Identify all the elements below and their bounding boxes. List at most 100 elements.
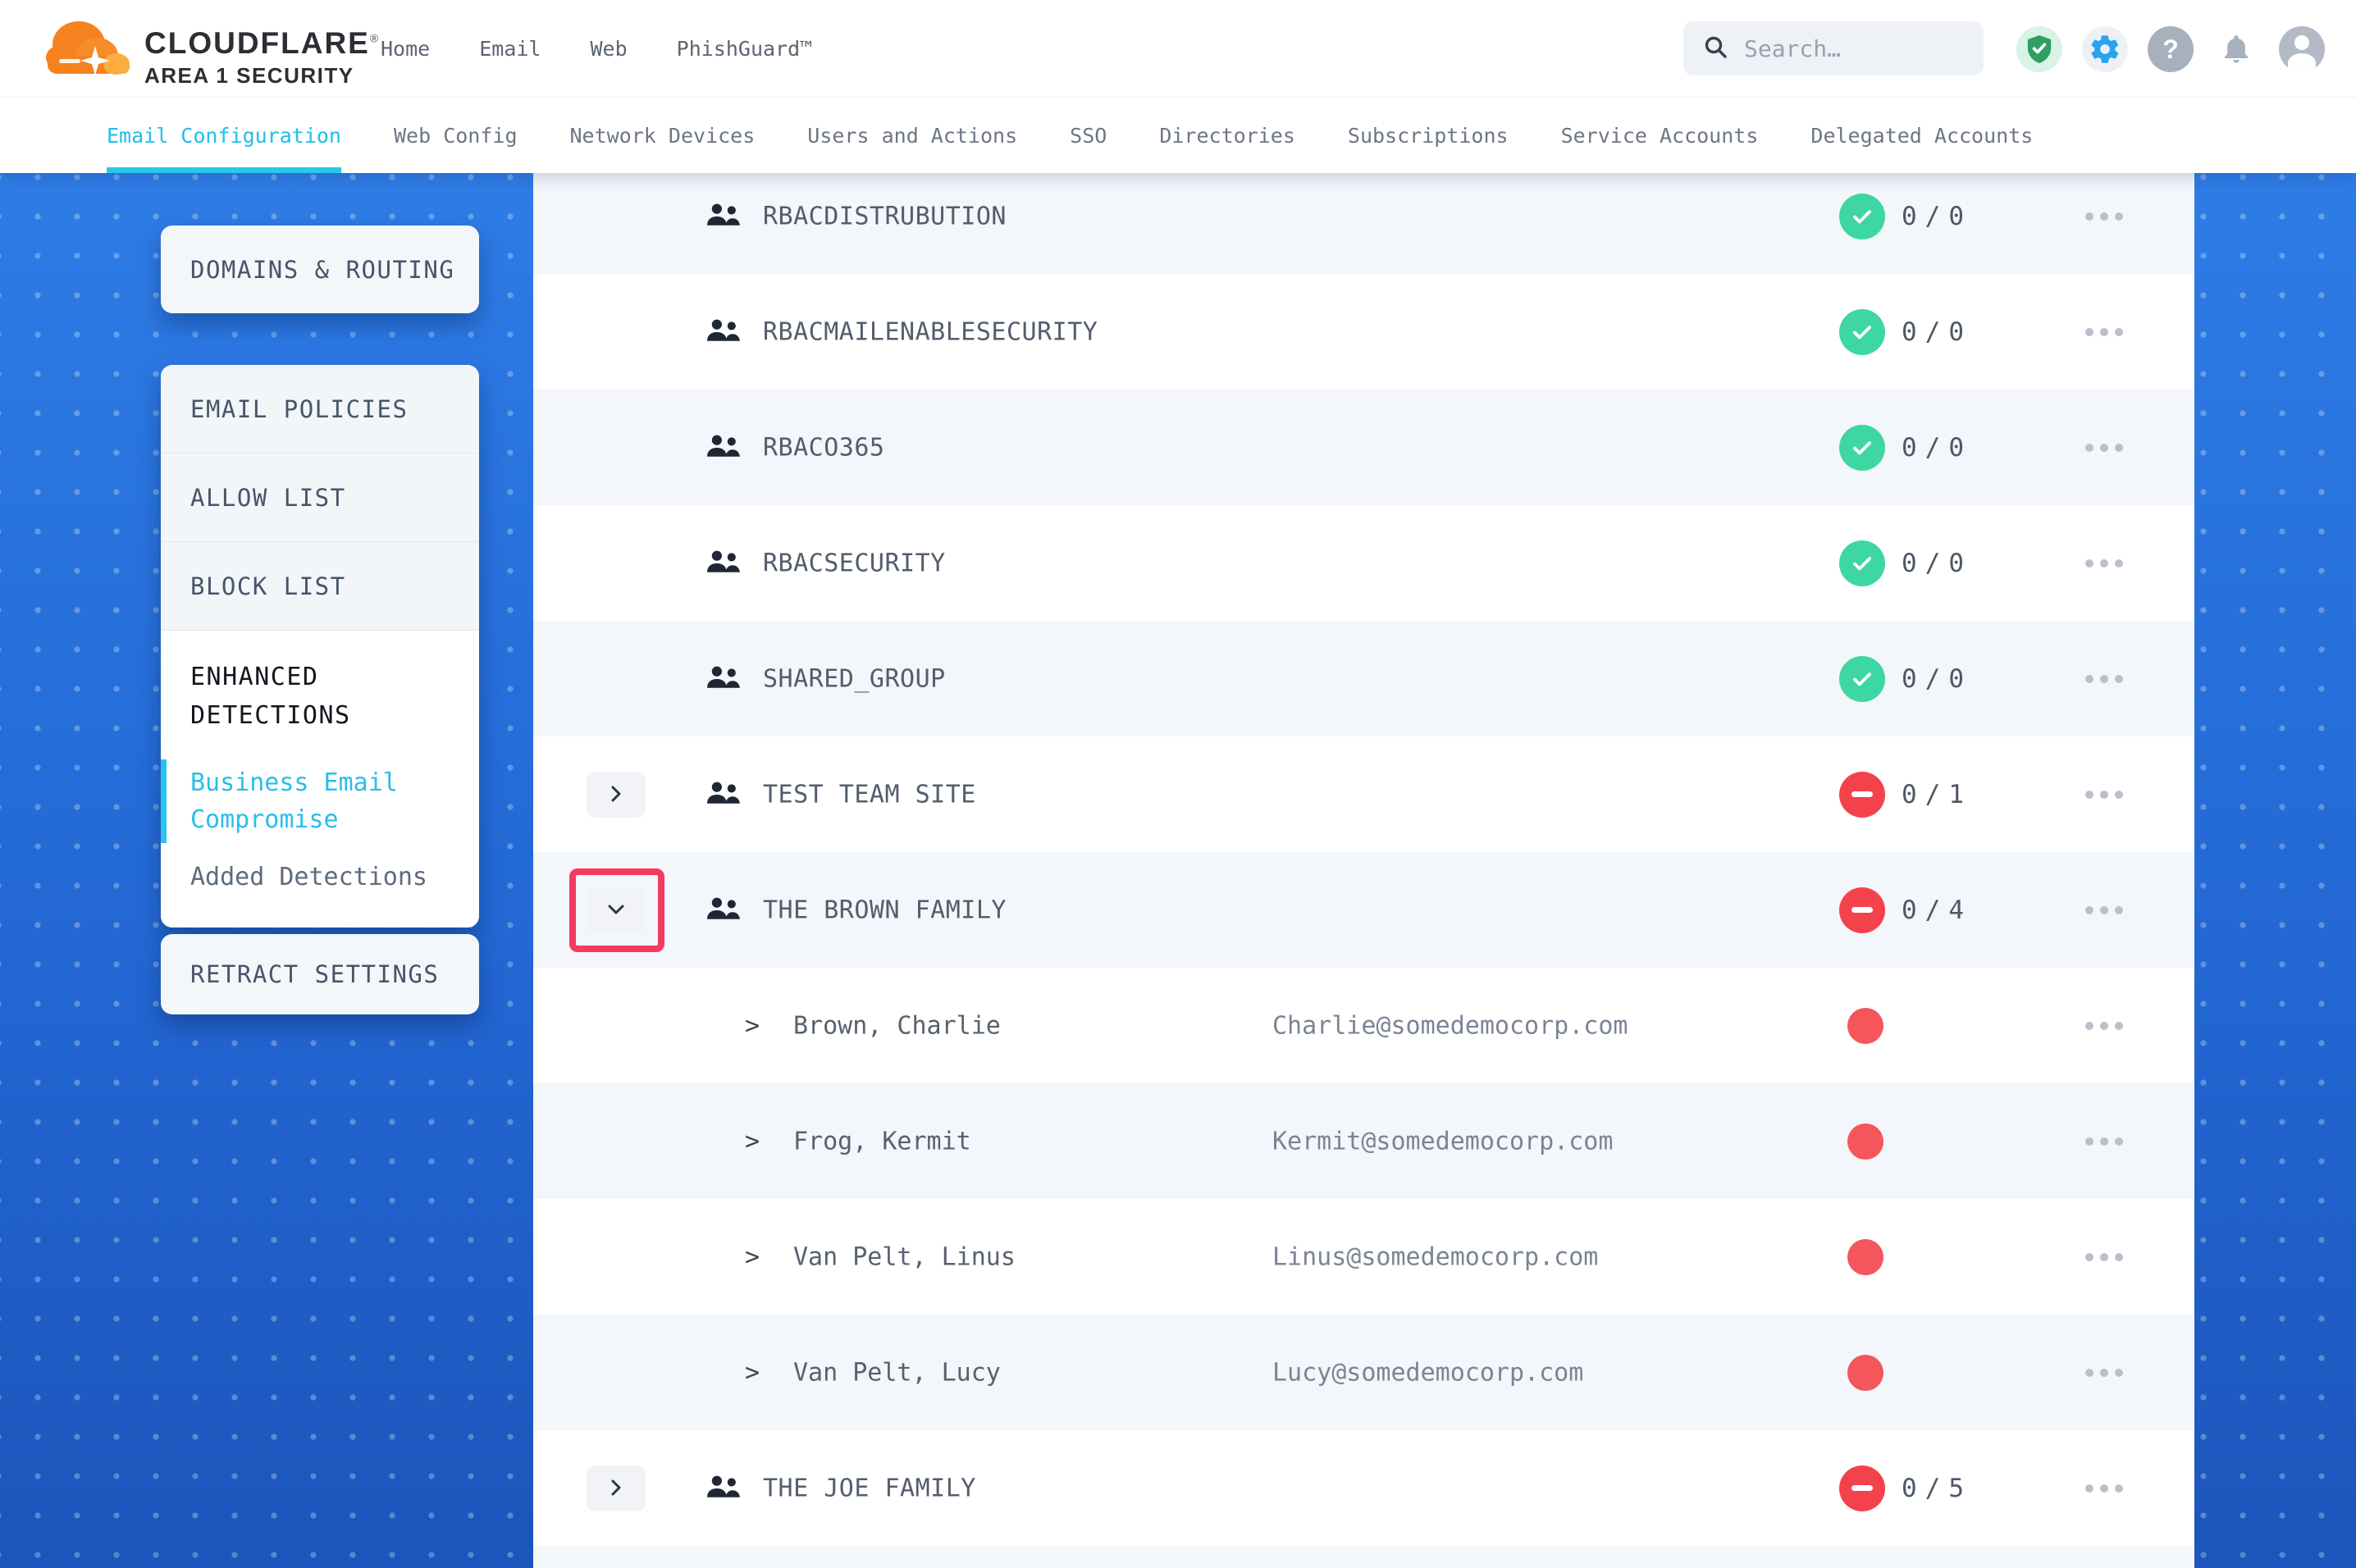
group-people-icon <box>705 1475 742 1502</box>
status-ok-badge <box>1839 309 1885 355</box>
chevron-right-icon[interactable]: > <box>745 1011 760 1040</box>
status-ok-badge <box>1839 540 1885 586</box>
spacer-row <box>533 1546 2194 1568</box>
row-actions-menu-button[interactable] <box>2085 1137 2123 1146</box>
nav-link-web[interactable]: Web <box>590 37 627 61</box>
bell-icon[interactable] <box>2213 26 2259 72</box>
help-icon[interactable] <box>2148 26 2194 72</box>
group-row[interactable]: SHARED_GROUP 0/0 <box>533 621 2194 736</box>
row-actions-menu-button[interactable] <box>2085 444 2123 452</box>
status-red-dot <box>1847 1239 1883 1275</box>
status-ok-badge <box>1839 194 1885 239</box>
sidebar-item-email-policies[interactable]: EMAIL POLICIES <box>161 365 479 454</box>
member-email: Kermit@somedemocorp.com <box>1272 1127 1613 1155</box>
tab-subscriptions[interactable]: Subscriptions <box>1348 98 1509 173</box>
sidebar-item-domains-routing[interactable]: DOMAINS & ROUTING <box>161 256 454 284</box>
row-actions-menu-button[interactable] <box>2085 675 2123 683</box>
gear-icon[interactable] <box>2082 26 2128 72</box>
group-row[interactable]: TEST TEAM SITE0/1 <box>533 736 2194 852</box>
member-count: 0/5 <box>1902 1474 1972 1503</box>
nav-link-home[interactable]: Home <box>381 37 430 61</box>
group-row[interactable]: THE JOE FAMILY 0/5 <box>533 1430 2194 1546</box>
row-actions-menu-button[interactable] <box>2085 328 2123 336</box>
account-icon[interactable] <box>2279 26 2325 72</box>
row-actions-menu-button[interactable] <box>2085 559 2123 567</box>
tab-web-config[interactable]: Web Config <box>394 98 518 173</box>
member-email: Charlie@somedemocorp.com <box>1272 1011 1628 1040</box>
shield-check-icon[interactable] <box>2016 26 2062 72</box>
member-count: 0/0 <box>1902 202 1972 231</box>
group-people-icon <box>705 549 742 574</box>
status-red-dot <box>1847 1124 1883 1160</box>
sidebar-item-business-email-compromise[interactable]: Business Email Compromise <box>190 764 450 838</box>
row-actions-menu-button[interactable] <box>2085 212 2123 221</box>
chevron-right-icon[interactable]: > <box>745 1127 760 1155</box>
tab-network-devices[interactable]: Network Devices <box>570 98 756 173</box>
group-people-icon <box>705 1475 742 1499</box>
tab-service-accounts[interactable]: Service Accounts <box>1561 98 1759 173</box>
nav-link-phishguard-[interactable]: PhishGuard™ <box>677 37 813 61</box>
group-row[interactable]: THE BROWN FAMILY 0/4 <box>533 852 2194 968</box>
member-count: 0/4 <box>1902 896 1972 925</box>
search-bar[interactable] <box>1683 21 1984 75</box>
group-people-icon <box>705 203 742 230</box>
tab-sso[interactable]: SSO <box>1070 98 1107 173</box>
group-name: RBACO365 <box>763 433 885 462</box>
member-row[interactable]: > Frog, Kermit Kermit@somedemocorp.com <box>533 1083 2194 1199</box>
sidebar-card-domains-routing[interactable]: DOMAINS & ROUTING <box>161 226 479 313</box>
tab-delegated-accounts[interactable]: Delegated Accounts <box>1810 98 2033 173</box>
member-row[interactable]: >Van Pelt, LucyLucy@somedemocorp.com <box>533 1315 2194 1430</box>
member-row[interactable]: >Brown, CharlieCharlie@somedemocorp.com <box>533 968 2194 1083</box>
groups-table-panel: RBACDISTRUBUTION 0/0 RBACMAILENABLESECUR… <box>533 172 2194 1568</box>
row-actions-menu-button[interactable] <box>2085 1369 2123 1377</box>
group-people-icon <box>705 434 742 462</box>
row-actions-menu-button[interactable] <box>2085 1484 2123 1493</box>
avatar-head <box>2294 35 2309 50</box>
header-icon-cluster <box>2016 26 2325 72</box>
sidebar-item-allow-list[interactable]: ALLOW LIST <box>161 454 479 542</box>
member-row[interactable]: >Van Pelt, LinusLinus@somedemocorp.com <box>533 1199 2194 1315</box>
member-count: 0/0 <box>1902 664 1972 694</box>
sidebar-item-retract-settings[interactable]: RETRACT SETTINGS <box>161 960 439 988</box>
enhanced-detections-heading[interactable]: ENHANCED DETECTIONS <box>190 659 450 735</box>
group-name: THE BROWN FAMILY <box>763 896 1007 924</box>
row-actions-menu-button[interactable] <box>2085 1022 2123 1030</box>
tab-users-and-actions[interactable]: Users and Actions <box>807 98 1017 173</box>
cloudflare-area1-logo: CLOUDFLARE® AREA 1 SECURITY <box>41 10 380 89</box>
tab-directories[interactable]: Directories <box>1159 98 1295 173</box>
row-actions-menu-button[interactable] <box>2085 1253 2123 1261</box>
group-people-icon <box>705 896 742 921</box>
chevron-right-icon[interactable]: > <box>745 1242 760 1271</box>
app-window: CLOUDFLARE® AREA 1 SECURITY Home Email Web… <box>0 0 2356 1568</box>
sidebar-item-block-list[interactable]: BLOCK LIST <box>161 542 479 631</box>
collapse-group-button[interactable] <box>587 887 646 933</box>
group-name: THE JOE FAMILY <box>763 1474 976 1502</box>
expand-group-button[interactable] <box>587 1465 646 1511</box>
group-people-icon <box>705 318 742 343</box>
group-name: RBACDISTRUBUTION <box>763 202 1007 230</box>
status-red-dot <box>1847 1355 1883 1391</box>
sidebar-card-retract-settings[interactable]: RETRACT SETTINGS <box>161 934 479 1014</box>
brand-name: CLOUDFLARE <box>144 26 370 60</box>
sidebar-item-added-detections[interactable]: Added Detections <box>190 863 450 891</box>
chevron-right-icon <box>607 786 625 802</box>
group-people-icon <box>705 665 742 693</box>
cloudflare-cloud-icon <box>41 10 133 85</box>
member-name: Frog, Kermit <box>793 1127 971 1155</box>
group-row[interactable]: RBACSECURITY 0/0 <box>533 505 2194 621</box>
chevron-right-icon[interactable]: > <box>745 1358 760 1387</box>
nav-link-email[interactable]: Email <box>479 37 541 61</box>
group-row[interactable]: RBACMAILENABLESECURITY 0/0 <box>533 274 2194 390</box>
member-email: Lucy@somedemocorp.com <box>1272 1358 1583 1387</box>
row-actions-menu-button[interactable] <box>2085 906 2123 914</box>
search-input[interactable] <box>1742 34 1959 63</box>
group-row[interactable]: RBACDISTRUBUTION 0/0 <box>533 172 2194 274</box>
row-actions-menu-button[interactable] <box>2085 791 2123 799</box>
group-row[interactable]: RBACO365 0/0 <box>533 390 2194 505</box>
member-count: 0/0 <box>1902 433 1972 463</box>
tab-email-configuration[interactable]: Email Configuration <box>107 98 341 173</box>
group-people-icon <box>705 434 742 458</box>
expand-group-button[interactable] <box>587 772 646 818</box>
group-people-icon <box>705 318 742 346</box>
status-red-dot <box>1847 1008 1883 1044</box>
